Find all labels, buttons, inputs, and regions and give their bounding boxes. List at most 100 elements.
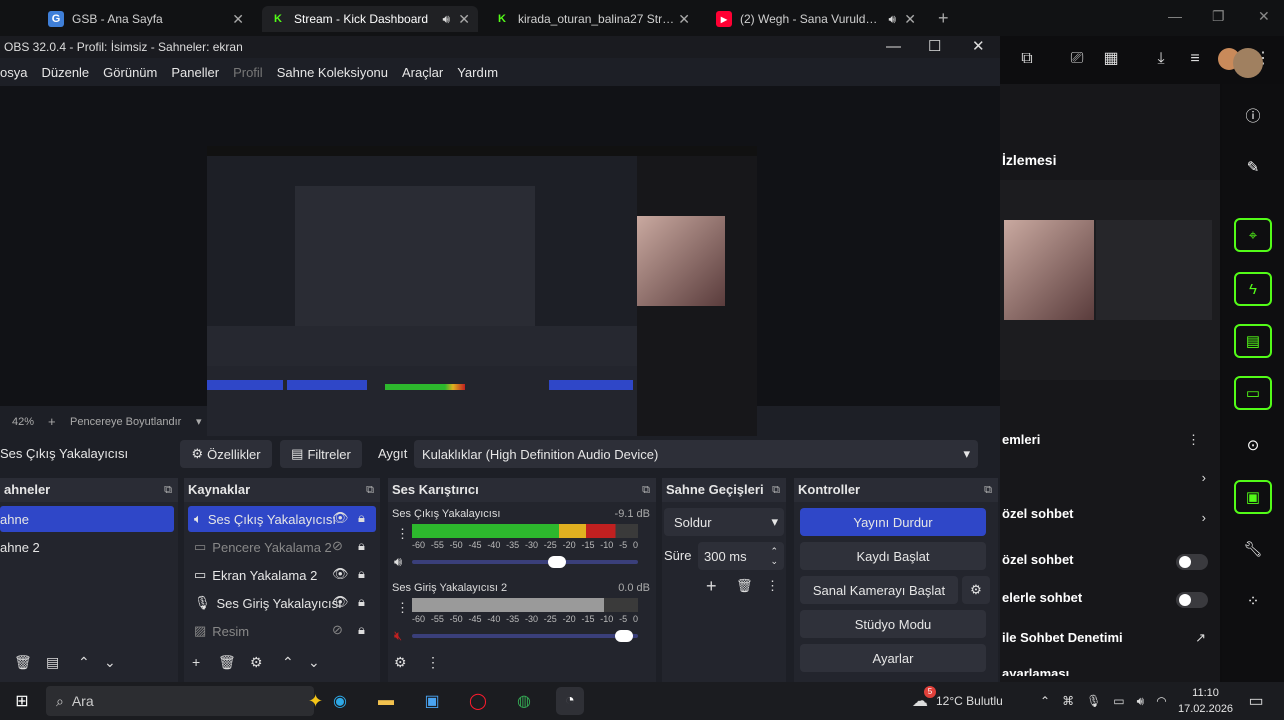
chevron-down-icon[interactable]: ▾ [196, 415, 202, 428]
playlist-icon[interactable]: ≡ [1184, 48, 1206, 70]
duration-spinbox[interactable]: 300 ms ⌃ ⌄ [698, 542, 784, 570]
lock-icon[interactable]: 🔒︎ [358, 622, 365, 638]
source-item[interactable]: ▭ Pencere Yakalama 2 [188, 534, 376, 560]
lightning-icon[interactable]: ϟ [1234, 272, 1272, 306]
up-icon[interactable]: ⌃ [282, 654, 294, 671]
menu-view[interactable]: Görünüm [103, 65, 157, 80]
add-icon[interactable]: + [192, 654, 200, 670]
apps-icon[interactable]: ⁘ [1234, 584, 1272, 618]
chevron-right-icon[interactable]: › [1202, 510, 1206, 525]
menu-tools[interactable]: Araçlar [402, 65, 443, 80]
close-icon[interactable]: ✕ [904, 11, 916, 28]
network-icon[interactable]: ⌘ [1062, 694, 1074, 708]
scene-item[interactable]: ahne 2 [0, 534, 174, 560]
eye-icon[interactable]: 👁︎ [332, 594, 349, 610]
notes-icon[interactable]: ▤ [1234, 324, 1272, 358]
store-icon[interactable]: ▣ [418, 687, 446, 715]
chat-icon[interactable]: ▭ [1234, 376, 1272, 410]
filters-button[interactable]: ▤ Filtreler [280, 440, 362, 468]
chevron-right-icon[interactable]: › [1202, 470, 1206, 485]
tab-kick-dashboard[interactable]: K Stream - Kick Dashboard 🔊︎ ✕ [262, 6, 478, 32]
kebab-menu-icon[interactable]: ⋮ [426, 654, 440, 671]
studio-mode-button[interactable]: Stüdyo Modu [800, 610, 986, 638]
edit-icon[interactable]: ✎ [1234, 150, 1272, 184]
popout-icon[interactable]: ⧉ [164, 478, 172, 502]
add-icon[interactable]: + [706, 576, 717, 597]
close-window-icon[interactable]: ✕ [1258, 8, 1270, 25]
eye-hidden-icon[interactable]: ⊘ [332, 622, 343, 638]
calendar-icon[interactable]: ▦ [1100, 48, 1122, 70]
clock[interactable]: 11:10 17.02.2026 [1178, 685, 1233, 717]
lock-icon[interactable]: 🔒︎ [358, 594, 365, 610]
settings-button[interactable]: Ayarlar [800, 644, 986, 672]
popout-icon[interactable]: ⧉ [366, 478, 374, 502]
download-icon[interactable]: ⤓ [1150, 48, 1172, 70]
wifi-icon[interactable]: ◠ [1156, 694, 1166, 708]
mic-icon[interactable]: 🎙︎ [1086, 694, 1101, 708]
wrench-icon[interactable]: 🔧︎ [1234, 532, 1272, 566]
obs-taskbar-icon[interactable]: ◔ [556, 687, 584, 715]
lock-icon[interactable]: 🔒︎ [358, 566, 365, 582]
tab-kick-stream[interactable]: K kirada_oturan_balina27 Stream ✕ [486, 6, 698, 32]
eye-icon[interactable]: 👁︎ [332, 566, 349, 582]
windows-start-icon[interactable]: ⊞ [8, 687, 36, 715]
kebab-menu-icon[interactable]: ⋮ [396, 526, 409, 542]
tab-gsb[interactable]: G GSB - Ana Sayfa ✕ [40, 6, 252, 32]
chevron-up-icon[interactable]: ⌃ [1040, 694, 1050, 708]
volume-slider[interactable] [412, 556, 638, 568]
start-virtual-camera-button[interactable]: Sanal Kamerayı Başlat [800, 576, 958, 604]
speaker-icon[interactable]: 🔊︎ [442, 12, 450, 27]
chrome-icon[interactable]: ◍ [510, 687, 538, 715]
battery-icon[interactable]: ▭ [1113, 694, 1124, 708]
popout-icon[interactable]: ⧉ [642, 478, 650, 502]
menu-help[interactable]: Yardım [457, 65, 498, 80]
volume-icon[interactable]: 🔊︎ [1137, 694, 1145, 709]
lock-icon[interactable]: 🔒︎ [358, 510, 365, 526]
start-recording-button[interactable]: Kaydı Başlat [800, 542, 986, 570]
gear-icon[interactable]: ⚙ [394, 654, 407, 671]
menu-edit[interactable]: Düzenle [41, 65, 89, 80]
menu-file[interactable]: osya [0, 65, 27, 80]
source-item[interactable]: ▨ Resim [188, 618, 376, 644]
minimize-icon[interactable]: — [886, 36, 901, 58]
trash-icon[interactable]: 🗑︎ [218, 654, 236, 671]
eye-icon[interactable]: 👁︎ [332, 510, 349, 526]
device-select[interactable]: Kulaklıklar (High Definition Audio Devic… [414, 440, 978, 468]
taskbar-search[interactable]: ⌕ Ara ✦ [46, 686, 323, 716]
gear-icon[interactable]: ⚙ [250, 654, 263, 671]
menu-profile[interactable]: Profil [233, 65, 263, 80]
slider-knob[interactable] [547, 556, 566, 568]
down-icon[interactable]: ⌄ [308, 654, 320, 671]
stop-streaming-button[interactable]: Yayını Durdur [800, 508, 986, 536]
camera-focus-icon[interactable]: ⌖ [1234, 218, 1272, 252]
menu-docks[interactable]: Paneller [171, 65, 219, 80]
new-tab-button[interactable]: + [938, 8, 949, 29]
close-icon[interactable]: ✕ [678, 11, 690, 28]
down-icon[interactable]: ⌄ [104, 654, 116, 671]
lock-icon[interactable]: 🔒︎ [358, 538, 365, 554]
maximize-icon[interactable]: ☐ [928, 36, 941, 58]
speaker-icon[interactable]: 🔊︎ [888, 12, 896, 27]
edge-icon[interactable]: ◉ [326, 687, 354, 715]
slider-knob[interactable] [615, 630, 634, 642]
up-icon[interactable]: ⌃ [78, 654, 90, 671]
kebab-menu-icon[interactable]: ⋮ [396, 600, 409, 616]
obs-preview[interactable] [0, 86, 1000, 456]
popout-icon[interactable]: ⧉ [984, 478, 992, 502]
scene-item[interactable]: ahne [0, 506, 174, 532]
layout-icon[interactable]: ▣ [1234, 480, 1272, 514]
close-icon[interactable]: ✕ [232, 11, 244, 28]
trash-icon[interactable]: 🗑︎ [14, 654, 32, 671]
private-chat-toggle[interactable] [1176, 554, 1208, 570]
virtual-camera-settings-button[interactable]: ⚙ [962, 576, 990, 604]
info-icon[interactable]: ⓘ [1234, 98, 1272, 132]
close-icon[interactable]: ✕ [972, 36, 985, 58]
notifications-icon[interactable]: ▭ [1242, 687, 1270, 715]
minimize-icon[interactable]: — [1168, 8, 1182, 24]
properties-button[interactable]: ⚙ Özellikler [180, 440, 272, 468]
speaker-muted-icon[interactable]: 🔇︎ [394, 628, 402, 644]
external-link-icon[interactable]: ↗ [1195, 630, 1206, 646]
menu-scene-collection[interactable]: Sahne Koleksiyonu [277, 65, 388, 80]
chat-with-toggle[interactable] [1176, 592, 1208, 608]
filter-icon[interactable]: ▤ [46, 654, 59, 671]
